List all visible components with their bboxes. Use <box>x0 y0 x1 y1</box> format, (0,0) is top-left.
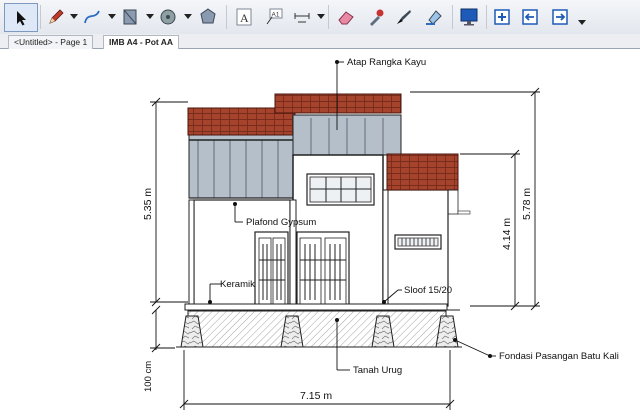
toolbar-separator <box>226 5 227 29</box>
label-foundation: Fondasi Pasangan Batu Kali <box>499 351 619 362</box>
chevron-down-icon[interactable] <box>578 20 586 25</box>
left-wing-glazing <box>188 133 294 199</box>
svg-text:A: A <box>240 11 249 25</box>
label-fill-soil: Tanah Urug <box>353 365 402 376</box>
svg-text:A1: A1 <box>272 12 280 19</box>
label-tile: Keramik <box>220 279 255 290</box>
select-tool-icon[interactable] <box>4 3 38 32</box>
section-drawing: Atap Rangka Kayu Plafond Gypsum Keramik … <box>142 57 619 410</box>
label-roof: Atap Rangka Kayu <box>347 57 426 68</box>
drawing-canvas[interactable]: Atap Rangka Kayu Plafond Gypsum Keramik … <box>0 49 640 414</box>
label-tool-icon[interactable]: A1 <box>262 4 286 30</box>
toolbar-separator <box>486 5 487 29</box>
center-door <box>296 231 350 307</box>
add-viewport-icon[interactable] <box>490 4 514 30</box>
text-tool-icon[interactable]: A <box>232 4 256 30</box>
dim-height-right: 5.78 m <box>521 188 533 220</box>
circle-tool-icon[interactable] <box>156 4 180 30</box>
chevron-down-icon[interactable] <box>146 14 154 19</box>
right-roof <box>386 153 459 191</box>
tab-imb-a4-pot-aa[interactable]: IMB A4 - Pot AA <box>103 35 180 50</box>
eraser-tool-icon[interactable] <box>334 4 358 30</box>
polygon-tool-icon[interactable] <box>196 4 220 30</box>
floor-slab <box>184 303 448 311</box>
toolbar-separator <box>40 5 41 29</box>
upper-window <box>306 173 375 206</box>
pencil-tool-icon[interactable] <box>44 4 68 30</box>
toolbar-separator <box>452 5 453 29</box>
chevron-down-icon[interactable] <box>184 14 192 19</box>
move-forward-icon[interactable] <box>548 4 572 30</box>
chevron-down-icon[interactable] <box>317 14 325 19</box>
dim-width: 7.15 m <box>300 390 332 402</box>
toolbar-separator <box>328 5 329 29</box>
chevron-down-icon[interactable] <box>70 14 78 19</box>
center-roof <box>274 93 402 114</box>
label-sloof: Sloof 15/20 <box>404 285 452 296</box>
curve-tool-icon[interactable] <box>80 4 104 30</box>
chevron-down-icon[interactable] <box>108 14 116 19</box>
move-back-icon[interactable] <box>518 4 542 30</box>
fill-soil-area <box>187 310 447 348</box>
dimension-tool-icon[interactable] <box>290 4 314 30</box>
dim-foundation-depth: 100 cm <box>143 361 154 392</box>
label-ceiling: Plafond Gypsum <box>246 217 316 228</box>
eyedropper-tool-icon[interactable] <box>364 4 388 30</box>
left-door <box>254 231 289 307</box>
fill-tool-icon[interactable] <box>422 4 446 30</box>
tab-untitled-page-1[interactable]: <Untitled> - Page 1 <box>8 35 94 49</box>
monitor-icon[interactable] <box>457 4 481 30</box>
rectangle-tool-icon[interactable] <box>118 4 142 30</box>
dim-height-inner: 4.14 m <box>501 218 513 250</box>
vent-window <box>394 234 442 250</box>
style-tool-icon[interactable] <box>392 4 416 30</box>
dim-height-left: 5.35 m <box>142 188 154 220</box>
toolbar: A A1 <box>0 0 640 35</box>
document-tab-bar: <Untitled> - Page 1 IMB A4 - Pot AA <box>0 34 640 50</box>
